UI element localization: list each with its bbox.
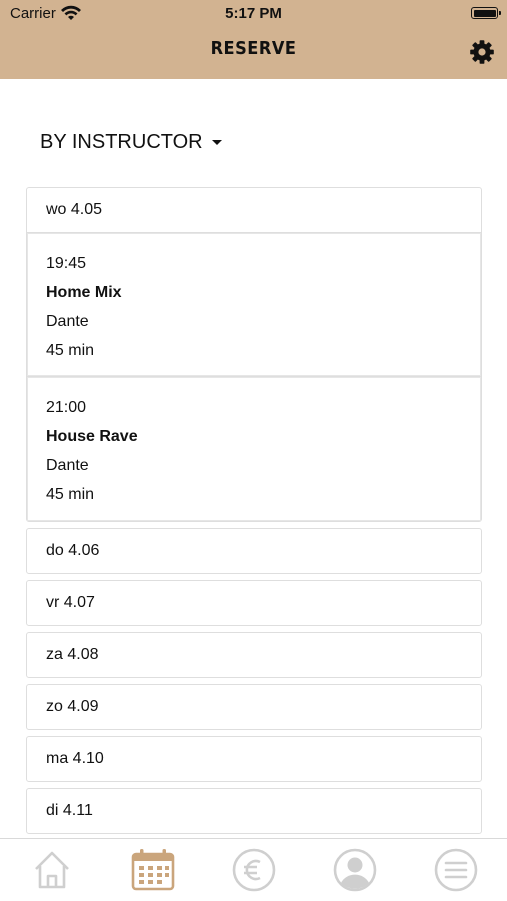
caret-down-icon [211, 140, 222, 145]
session-name: House Rave [46, 428, 138, 445]
class-session[interactable]: 21:00 House Rave Dante 45 min [27, 377, 481, 521]
home-icon[interactable] [29, 847, 75, 893]
session-instructor: Dante [46, 457, 89, 474]
profile-icon[interactable] [332, 847, 378, 893]
header-bar: Carrier 5:17 PM RESERVE [0, 0, 507, 79]
session-name: Home Mix [46, 284, 122, 301]
session-duration: 45 min [46, 486, 95, 503]
day-label: zo 4.09 [46, 698, 99, 715]
status-time: 5:17 PM [225, 5, 282, 22]
day-card[interactable]: ma 4.10 [26, 736, 482, 782]
session-list: 19:45 Home Mix Dante 45 min 21:00 House Rave D… [27, 232, 481, 521]
day-label: di 4.11 [46, 802, 93, 819]
day-card[interactable]: di 4.11 [26, 788, 482, 834]
day-card[interactable]: wo 4.05 19:45 Home Mix Dante 45 min 21:00 Hous… [26, 187, 482, 522]
day-card[interactable]: za 4.08 [26, 632, 482, 678]
day-label: za 4.08 [46, 646, 99, 663]
day-list: wo 4.05 19:45 Home Mix Dante 45 min 21:00 Hous… [26, 187, 482, 892]
day-card[interactable]: do 4.06 [26, 528, 482, 574]
session-instructor: Dante [46, 313, 89, 330]
tab-bar [0, 838, 507, 901]
page-title: RESERVE [210, 38, 297, 59]
gear-icon[interactable] [469, 39, 495, 65]
battery-icon [471, 7, 501, 19]
class-session[interactable]: 19:45 Home Mix Dante 45 min [27, 233, 481, 377]
session-duration: 45 min [46, 342, 95, 359]
filter-label: BY INSTRUCTOR [40, 131, 203, 153]
status-bar: Carrier 5:17 PM [0, 0, 507, 28]
day-card[interactable]: vr 4.07 [26, 580, 482, 626]
instructor-filter-dropdown[interactable]: BY INSTRUCTOR [40, 131, 222, 154]
session-time: 21:00 [46, 399, 87, 416]
menu-icon[interactable] [433, 847, 479, 893]
euro-icon[interactable] [231, 847, 277, 893]
session-time: 19:45 [46, 255, 87, 272]
day-label: do 4.06 [46, 542, 100, 559]
day-card[interactable]: zo 4.09 [26, 684, 482, 730]
day-label: wo 4.05 [46, 201, 103, 218]
calendar-icon[interactable] [130, 847, 176, 893]
day-label: vr 4.07 [46, 594, 95, 611]
day-label: ma 4.10 [46, 750, 104, 767]
